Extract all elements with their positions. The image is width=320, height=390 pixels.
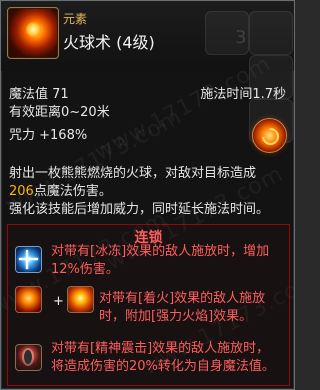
description-line: 强化该技能后增加威力，同时延长施法时间。	[9, 202, 270, 217]
combo-item-1-line1: 对带有[冰冻]效果的敌人施放时，增加	[51, 244, 270, 259]
skill-tooltip: www.17173.com www.17173.com www.17173.co…	[0, 0, 295, 390]
skill-name: 火球术 (4级)	[63, 33, 155, 52]
slot-number: 3	[235, 27, 247, 48]
combo-item-3-line1: 对带有[精神震击]效果的敌人施放时，	[51, 341, 270, 356]
description-line: 射出一枚熊熊燃烧的火球，对敌对目标造成	[9, 166, 257, 181]
plus-icon: +	[53, 294, 64, 309]
description-line: 206点魔法伤害。	[9, 183, 279, 201]
fire-icon	[15, 286, 42, 313]
combo-item-1: 对带有[冰冻]效果的敌人施放时，增加 12%伤害。	[51, 243, 286, 279]
combo-item-2: 对带有[着火]效果的敌人施放 时，附加[强力火焰]效果。	[99, 290, 284, 326]
effective-range: 有效距离0~20米	[9, 105, 110, 120]
combo-item-2-line1: 对带有[着火]效果的敌人施放	[99, 291, 266, 306]
combo-item-3: 对带有[精神震击]效果的敌人施放时， 将造成伤害的20%转化为自身魔法值。	[51, 340, 286, 376]
cast-time: 施法时间1.7秒	[200, 87, 286, 102]
skill-type: 元素	[63, 12, 88, 26]
combo-item-1-line2: 12%伤害。	[51, 262, 119, 277]
skill-stats-row: 魔法值 71 施法时间1.7秒	[9, 83, 286, 102]
skill-description: 射出一枚熊熊燃烧的火球，对敌对目标造成 206点魔法伤害。 强化该技能后增加威力…	[9, 165, 279, 219]
description-line-suffix: 点魔法伤害。	[33, 184, 112, 199]
fire-rune-icon	[252, 118, 287, 153]
curse-bonus: 咒力 +168%	[9, 128, 88, 143]
combo-item-3-line2: 将造成伤害的20%转化为自身魔法值。	[51, 359, 275, 374]
fire-icon	[67, 286, 94, 313]
damage-value: 206	[9, 184, 34, 199]
ice-icon	[15, 246, 42, 273]
mental-shock-icon	[15, 344, 42, 371]
mana-cost: 魔法值 71	[9, 87, 69, 102]
fireball-icon	[7, 7, 59, 59]
background-slot	[249, 11, 293, 55]
combo-item-2-line2: 时，附加[强力火焰]效果。	[99, 309, 253, 324]
